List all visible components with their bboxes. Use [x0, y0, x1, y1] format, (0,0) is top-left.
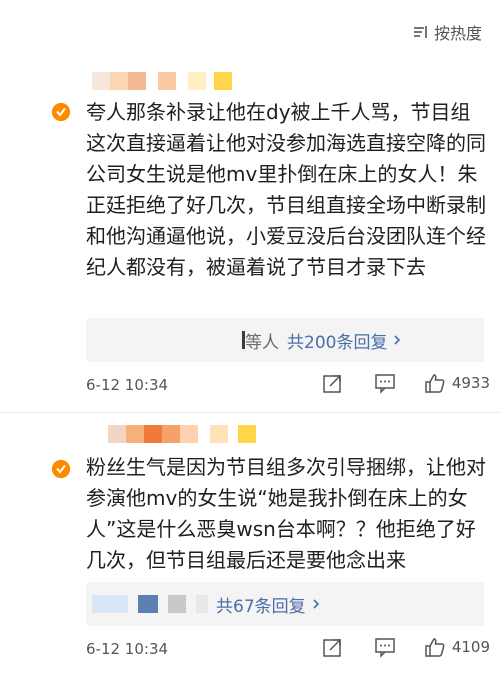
comment-icon	[375, 638, 395, 658]
view-replies-link[interactable]: 共67条回复	[216, 592, 322, 617]
verified-badge-icon	[52, 460, 70, 478]
comment-button[interactable]	[374, 372, 396, 394]
reply-count-label: 共67条回复	[216, 596, 306, 617]
comment-time: 6-12 10:34	[86, 376, 169, 394]
chevron-right-icon	[313, 599, 319, 609]
comment-actions: 4933	[322, 372, 490, 394]
comment-meta: 6-12 10:34 4933	[86, 372, 490, 402]
thumbs-up-icon	[425, 374, 445, 393]
sort-label: 按热度	[433, 24, 482, 43]
share-button[interactable]	[322, 636, 344, 658]
share-icon	[323, 639, 341, 657]
verified-badge-icon	[52, 103, 70, 121]
chevron-right-icon	[394, 335, 401, 345]
username-redacted	[108, 425, 256, 443]
comment-meta: 6-12 10:34 4109	[86, 636, 490, 666]
comment-button[interactable]	[374, 636, 396, 658]
view-replies-link[interactable]: 共200条回复	[287, 328, 403, 353]
top-bar: 按热度	[0, 0, 500, 60]
reply-avatars-redacted	[92, 595, 208, 613]
share-button[interactable]	[322, 372, 344, 394]
username-redacted	[92, 72, 232, 90]
replies-preview[interactable]: 等人 共200条回复	[86, 318, 484, 362]
sort-by-hot-button[interactable]: 按热度	[412, 20, 482, 44]
like-button[interactable]: 4933	[424, 372, 490, 394]
thumbs-up-icon	[425, 638, 445, 657]
like-button[interactable]: 4109	[424, 636, 490, 658]
comment-icon	[375, 374, 395, 394]
comment-time: 6-12 10:34	[86, 640, 169, 658]
comment-actions: 4109	[322, 636, 490, 658]
comment-text: 夸人那条补录让他在dy被上千人骂，节目组这次直接逼着让他对没参加海选直接空降的同…	[86, 100, 486, 279]
comment-text: 粉丝生气是因为节目组多次引导捆绑，让他对参演他mv的女生说“她是我扑倒在床上的女…	[86, 455, 486, 572]
like-count: 4109	[451, 638, 490, 656]
reply-prefix: 等人	[245, 332, 279, 353]
reply-count-label: 共200条回复	[287, 332, 388, 353]
share-icon	[323, 375, 341, 393]
sort-icon	[413, 26, 427, 38]
replies-preview[interactable]: 共67条回复	[86, 582, 484, 626]
like-count: 4933	[451, 374, 490, 392]
comment-divider	[0, 412, 500, 413]
